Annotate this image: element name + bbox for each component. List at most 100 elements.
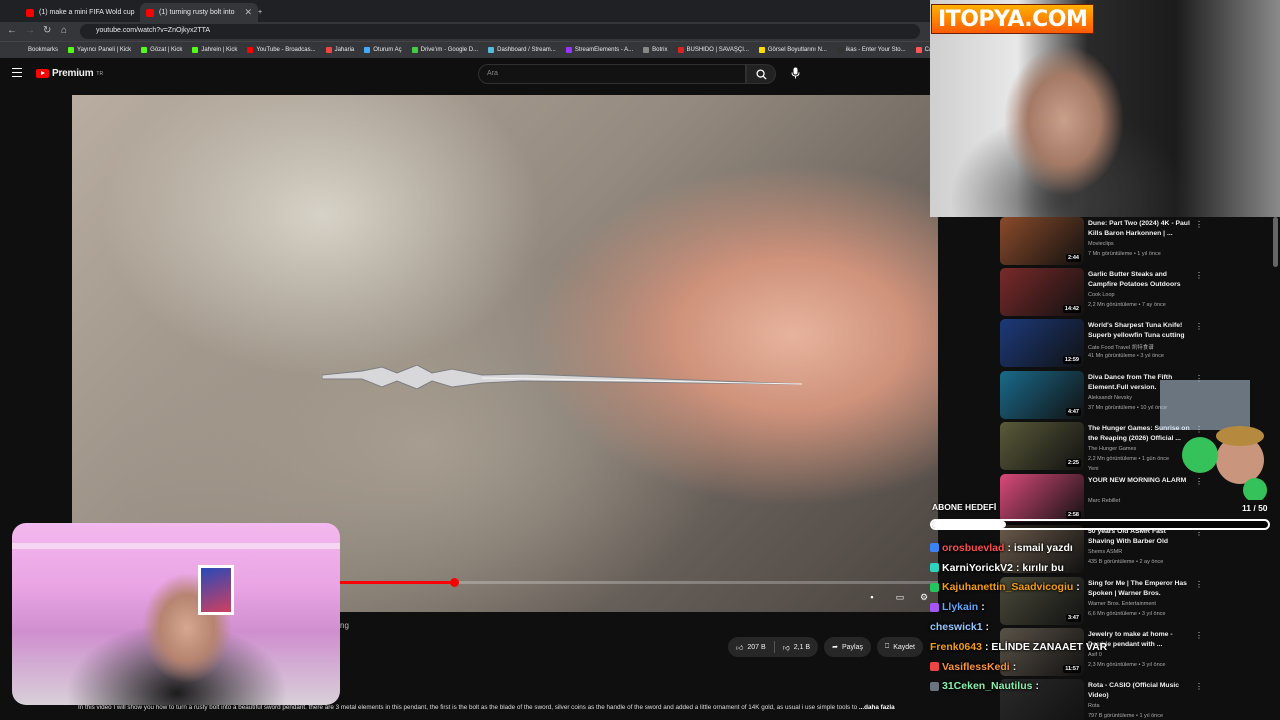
save-button[interactable]: ⎕ Kaydet: [876, 637, 923, 657]
dislike-count[interactable]: 2,1 B: [794, 644, 810, 651]
video-thumbnail[interactable]: 12:59: [1000, 319, 1084, 367]
bookmark-item[interactable]: Botrix: [643, 47, 668, 53]
home-icon[interactable]: ⌂: [61, 25, 67, 36]
subtitles-icon[interactable]: ▪: [866, 592, 878, 604]
video-thumbnail[interactable]: 2:44: [1000, 217, 1084, 265]
thumbs-up-icon[interactable]: 👍︎: [736, 643, 743, 652]
video-description[interactable]: In this video I will show you how to tur…: [78, 704, 938, 711]
duration-badge: 14:42: [1062, 305, 1081, 313]
video-actions: 👍︎ 207 B 👎︎ 2,1 B ➦ Paylaş ⎕ Kaydet: [728, 637, 923, 657]
channel-name[interactable]: Aleksandr Nevsky: [1088, 395, 1132, 401]
bookmark-item[interactable]: Jaharia: [325, 47, 354, 53]
more-options-icon[interactable]: ⋮: [1195, 580, 1203, 589]
close-icon[interactable]: ✕: [244, 7, 252, 18]
thumbs-down-icon[interactable]: 👎︎: [783, 643, 790, 652]
video-meta: 6,6 Mn görüntüleme • 3 yıl önce: [1088, 611, 1166, 617]
chat-text: :: [1076, 581, 1080, 594]
recommended-video[interactable]: 2:44 Dune: Part Two (2024) 4K - Paul Kill…: [1000, 217, 1280, 265]
duration-badge: 2:58: [1065, 511, 1081, 519]
video-title[interactable]: 50 years Old ASMR Fast Shaving With Barb…: [1088, 527, 1192, 547]
search-button[interactable]: [746, 64, 776, 84]
back-icon[interactable]: ←: [7, 25, 17, 36]
youtube-favicon-icon: [26, 8, 34, 17]
bookmark-item[interactable]: Görsel Boyutlarını N...: [758, 47, 827, 53]
streamer-webcam-bottom: [12, 523, 340, 705]
video-title[interactable]: Dune: Part Two (2024) 4K - Paul Kills Ba…: [1088, 219, 1192, 238]
more-options-icon[interactable]: ⋮: [1195, 682, 1203, 691]
settings-gear-icon[interactable]: ⚙: [918, 592, 930, 604]
video-title[interactable]: Garlic Butter Steaks and Campfire Potato…: [1088, 270, 1192, 289]
chat-message: 31Ceken_Nautilus:: [930, 677, 1090, 697]
bookmark-item[interactable]: StreamElements - A...: [565, 47, 633, 53]
video-thumbnail[interactable]: 2:25: [1000, 422, 1084, 470]
more-options-icon[interactable]: ⋮: [1195, 220, 1203, 229]
user-badge-icon: [930, 602, 939, 612]
tab-title: (1) make a mini FIFA Wold cup: [39, 9, 135, 16]
channel-name[interactable]: The Hunger Games: [1088, 446, 1136, 452]
chat-message: cheswick1:: [930, 617, 1090, 637]
url-field[interactable]: youtube.com/watch?v=ZnOjkyx2TTA: [80, 24, 920, 39]
channel-name[interactable]: Rota: [1088, 703, 1100, 709]
subscriber-goal-count: 11 / 50: [1242, 503, 1268, 513]
bookmark-item[interactable]: Gözat | Kick: [141, 47, 182, 53]
channel-name[interactable]: Cate Food Travel 凯特食谱: [1088, 343, 1154, 351]
chat-username: Frenk0643: [930, 640, 982, 653]
chat-username: orosbuevlad: [942, 541, 1005, 554]
video-thumbnail[interactable]: 14:42: [1000, 268, 1084, 316]
share-button[interactable]: ➦ Paylaş: [824, 637, 871, 657]
like-count[interactable]: 207 B: [747, 644, 765, 651]
bookmark-item[interactable]: YouTube - Broadcas...: [247, 47, 316, 53]
search-input[interactable]: Ara: [478, 64, 746, 84]
chat-emote-overlay: [1160, 380, 1267, 500]
reload-icon[interactable]: ↻: [43, 25, 51, 36]
voice-search-button[interactable]: [788, 66, 802, 80]
channel-name[interactable]: Marc Rebillet: [1088, 498, 1120, 504]
scrubber-handle[interactable]: [449, 578, 459, 587]
bookmark-item[interactable]: Dashboard / Stream...: [488, 47, 556, 53]
video-thumbnail[interactable]: 4:47: [1000, 371, 1084, 419]
forward-icon[interactable]: →: [25, 25, 35, 36]
video-title[interactable]: Rota - CASIO (Official Music Video): [1088, 681, 1192, 700]
video-title[interactable]: World's Sharpest Tuna Knife! Superb yell…: [1088, 321, 1192, 341]
bookmark-item[interactable]: Yayıncı Paneli | Kick: [68, 47, 131, 53]
logo-text: Premium: [52, 68, 94, 79]
browser-tab[interactable]: (1) make a mini FIFA Wold cup ✕: [20, 3, 138, 22]
recommended-video[interactable]: 12:59 World's Sharpest Tuna Knife! Superb…: [1000, 319, 1280, 367]
youtube-logo[interactable]: Premium TR: [36, 68, 103, 79]
bookmark-item[interactable]: Jahrein | Kick: [192, 47, 237, 53]
hamburger-menu-icon[interactable]: [12, 68, 22, 77]
bookmark-item[interactable]: Drive'ım - Google D...: [411, 47, 478, 53]
channel-name[interactable]: Warner Bros. Entertainment: [1088, 601, 1156, 607]
video-thumbnail[interactable]: 2:58: [1000, 474, 1084, 522]
channel-name[interactable]: Movieclips: [1088, 241, 1114, 247]
browser-tab-active[interactable]: (1) turning rusty bolt into ✕: [140, 3, 258, 22]
bookmark-item[interactable]: Oturum Aç: [364, 47, 402, 53]
new-badge: Yeni: [1088, 466, 1099, 472]
more-options-icon[interactable]: ⋮: [1195, 631, 1203, 640]
chat-message: VasiflessKedi:: [930, 657, 1090, 677]
youtube-favicon-icon: [146, 8, 154, 17]
chat-username: cheswick1: [930, 621, 983, 634]
more-options-icon[interactable]: ⋮: [1195, 322, 1203, 331]
video-meta: 797 B görüntüleme • 1 yıl önce: [1088, 713, 1163, 719]
more-options-icon[interactable]: ⋮: [1195, 271, 1203, 280]
channel-name[interactable]: Cook Loop: [1088, 292, 1115, 298]
bookmark-item[interactable]: Bookmarks: [28, 47, 58, 53]
miniplayer-icon[interactable]: ▭: [894, 592, 906, 604]
show-more-link[interactable]: ...daha fazla: [859, 704, 895, 711]
bookmark-item[interactable]: ikas - Enter Your Sto...: [836, 47, 906, 53]
subscriber-goal-label: ABONE HEDEFİ: [932, 502, 997, 512]
new-tab-button[interactable]: +: [258, 3, 272, 22]
video-title[interactable]: Sing for Me | The Emperor Has Spoken | W…: [1088, 579, 1192, 599]
share-label: Paylaş: [841, 643, 863, 651]
scrollbar[interactable]: [1273, 217, 1278, 267]
bookmark-item[interactable]: BUSHIDO | SAVAŞÇI...: [677, 47, 749, 53]
chat-text: : kırılır bu: [1016, 561, 1064, 574]
channel-name[interactable]: Shems ASMR: [1088, 549, 1122, 555]
recommended-video[interactable]: 14:42 Garlic Butter Steaks and Campfire P…: [1000, 268, 1280, 316]
video-title-fragment: ng: [340, 621, 349, 630]
search-icon: [755, 68, 767, 80]
bookmark-item[interactable]: Ca: [915, 47, 930, 53]
chat-overlay: orosbuevlad: ismail yazdı KarniYorickV2: …: [930, 538, 1107, 697]
chat-message: KarniYorickV2: kırılır bu: [930, 558, 1090, 578]
